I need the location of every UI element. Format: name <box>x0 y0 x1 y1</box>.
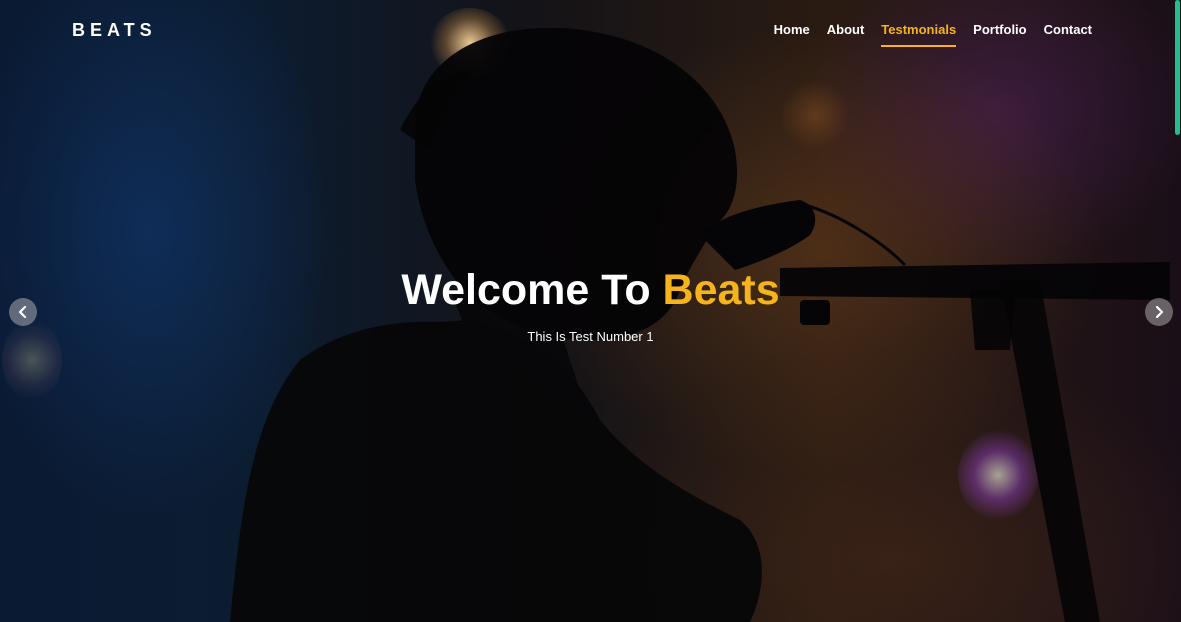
chevron-left-icon <box>18 306 27 318</box>
hero-title-prefix: Welcome To <box>401 266 663 314</box>
carousel-prev-button[interactable] <box>9 298 37 326</box>
stage-light-top <box>430 8 510 78</box>
chevron-right-icon <box>1155 306 1164 318</box>
page-scrollbar[interactable] <box>1173 0 1181 622</box>
hero-title-highlight: Beats <box>662 266 780 314</box>
nav-item-testmonials[interactable]: Testmonials <box>881 22 957 47</box>
nav-item-portfolio[interactable]: Portfolio <box>973 22 1026 47</box>
carousel-next-button[interactable] <box>1145 298 1173 326</box>
nav-item-about[interactable]: About <box>827 22 865 47</box>
nav-item-contact[interactable]: Contact <box>1044 22 1092 47</box>
scrollbar-thumb[interactable] <box>1175 0 1180 135</box>
stage-light-right <box>958 430 1038 520</box>
hero-title: Welcome To Beats <box>0 265 1181 315</box>
hero-banner: BEATS Home About Testmonials Portfolio C… <box>0 0 1181 622</box>
nav-item-home[interactable]: Home <box>774 22 810 47</box>
hero-caption: Welcome To Beats This Is Test Number 1 <box>0 265 1181 344</box>
stage-light-mid <box>780 80 850 150</box>
hero-subtitle: This Is Test Number 1 <box>527 329 654 344</box>
main-nav: Home About Testmonials Portfolio Contact <box>774 22 1092 47</box>
brand-logo[interactable]: BEATS <box>72 20 157 41</box>
